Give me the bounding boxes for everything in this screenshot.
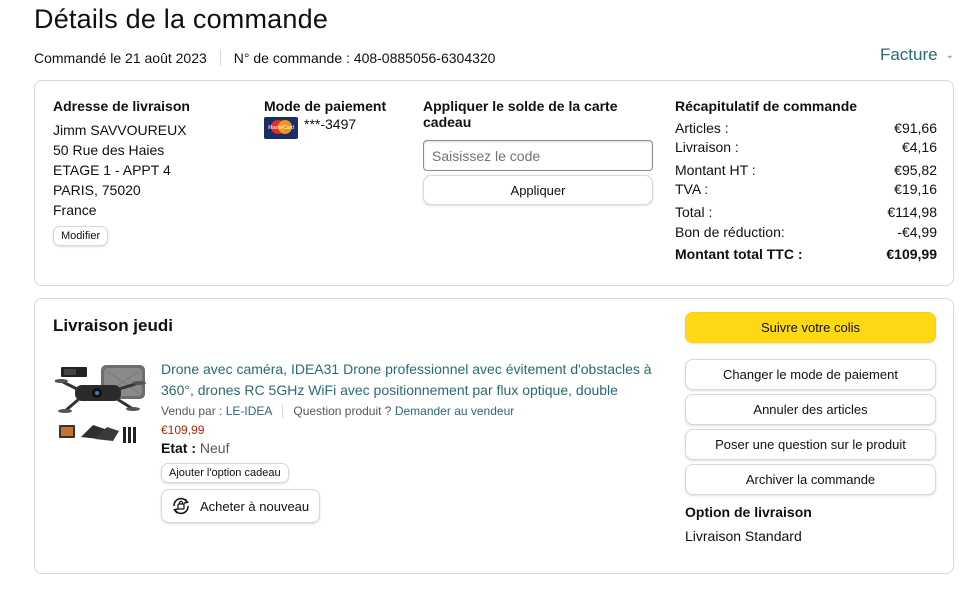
buy-again-label: Acheter à nouveau	[200, 498, 310, 514]
archive-order-button[interactable]: Archiver la commande	[685, 464, 936, 495]
seller-prefix: Vendu par :	[161, 404, 223, 418]
divider	[219, 50, 221, 66]
payment-method-title: Mode de paiement	[264, 98, 387, 114]
seller-link[interactable]: LE-IDEA	[226, 404, 273, 418]
ask-seller-link[interactable]: Demander au vendeur	[395, 404, 514, 418]
shipment-actions: Suivre votre colis Changer le mode de pa…	[685, 312, 936, 544]
recap-row-articles: Articles : €91,66	[675, 120, 937, 136]
buy-again-button[interactable]: Acheter à nouveau	[161, 489, 321, 523]
order-meta: Commandé le 21 août 2023 N° de commande …	[34, 50, 495, 66]
recap-value: -€4,99	[897, 224, 937, 240]
order-date: Commandé le 21 août 2023	[34, 50, 207, 66]
recap-label: Articles :	[675, 120, 729, 136]
condition-label: Etat :	[161, 440, 196, 456]
chevron-down-icon: ⌄	[945, 49, 954, 61]
invoice-dropdown[interactable]: Facture ⌄	[880, 45, 954, 65]
payment-card-row: MasterCard ***-3497	[264, 116, 414, 139]
seller-row: Vendu par : LE-IDEA Question produit ? D…	[161, 404, 661, 418]
question-prefix: Question produit ?	[293, 404, 392, 418]
ask-product-question-button[interactable]: Poser une question sur le produit	[685, 429, 936, 460]
order-summary-card: Adresse de livraison Jimm SAVVOUREUX 50 …	[34, 80, 954, 286]
divider	[282, 404, 284, 418]
edit-address-button[interactable]: Modifier	[53, 226, 109, 246]
product-info: Drone avec caméra, IDEA31 Drone professi…	[161, 359, 661, 523]
change-payment-button[interactable]: Changer le mode de paiement	[685, 359, 936, 390]
recap-row-grand-total: Montant total TTC : €109,99	[675, 246, 937, 262]
add-gift-option-button[interactable]: Ajouter l'option cadeau	[161, 463, 289, 483]
recap-value: €91,66	[894, 120, 937, 136]
card-brand-text: MasterCard	[267, 125, 295, 131]
grand-total-value: €109,99	[886, 246, 937, 262]
gift-card-title: Appliquer le solde de la carte cadeau	[423, 98, 618, 130]
page-title: Détails de la commande	[34, 4, 329, 34]
delivery-option-value: Livraison Standard	[685, 528, 802, 544]
address-line: ETAGE 1 - APPT 4	[53, 162, 171, 178]
address-line: PARIS, 75020	[53, 182, 141, 198]
invoice-label: Facture	[879, 45, 938, 64]
recap-label: Montant HT :	[675, 162, 756, 178]
cancel-items-button[interactable]: Annuler des articles	[685, 394, 936, 425]
recap-value: €4,16	[901, 139, 937, 155]
order-recap-section: Récapitulatif de commande Articles : €91…	[675, 98, 937, 262]
delivery-day-title: Livraison jeudi	[53, 316, 173, 335]
gift-code-input[interactable]	[423, 140, 653, 171]
recap-value: €95,82	[894, 162, 937, 178]
buy-again-icon	[173, 497, 189, 515]
product-price: €109,99	[161, 423, 205, 437]
product-image[interactable]	[55, 361, 149, 451]
condition-value: Neuf	[199, 440, 230, 456]
recap-value: €114,98	[887, 204, 937, 220]
recap-label: Total :	[675, 204, 713, 220]
address-line: Jimm SAVVOUREUX	[53, 122, 187, 138]
mastercard-icon: MasterCard	[264, 117, 298, 139]
address-lines: Jimm SAVVOUREUX 50 Rue des Haies ETAGE 1…	[53, 120, 253, 220]
recap-label: TVA :	[675, 181, 709, 197]
product-title-link[interactable]: Drone avec caméra, IDEA31 Drone professi…	[161, 359, 661, 401]
card-number: ***-3497	[304, 116, 357, 132]
gift-card-section: Appliquer le solde de la carte cadeau Ap…	[423, 98, 668, 205]
recap-label: Livraison :	[675, 139, 739, 155]
payment-method-section: Mode de paiement MasterCard ***-3497	[264, 98, 414, 139]
apply-gift-button[interactable]: Appliquer	[423, 175, 653, 205]
recap-label: Bon de réduction:	[675, 224, 785, 240]
order-number: N° de commande : 408-0885056-6304320	[233, 50, 496, 66]
shipment-card: Livraison jeudi Drone avec caméra, IDEA3…	[34, 298, 954, 574]
recap-row-shipping: Livraison : €4,16	[675, 139, 937, 155]
recap-row-subtotal-ht: Montant HT : €95,82	[675, 162, 937, 178]
address-line: 50 Rue des Haies	[53, 142, 165, 158]
recap-row-tax: TVA : €19,16	[675, 181, 937, 197]
recap-row-discount: Bon de réduction: -€4,99	[675, 224, 937, 240]
grand-total-label: Montant total TTC :	[675, 246, 803, 262]
address-line: France	[53, 202, 97, 218]
track-package-button[interactable]: Suivre votre colis	[685, 312, 936, 343]
shipping-address-title: Adresse de livraison	[53, 98, 190, 114]
order-recap-title: Récapitulatif de commande	[675, 98, 858, 114]
shipping-address-section: Adresse de livraison Jimm SAVVOUREUX 50 …	[53, 98, 253, 246]
recap-row-total: Total : €114,98	[675, 204, 937, 220]
delivery-option-title: Option de livraison	[685, 504, 812, 520]
recap-value: €19,16	[894, 181, 937, 197]
product-condition: Etat : Neuf	[161, 440, 661, 456]
